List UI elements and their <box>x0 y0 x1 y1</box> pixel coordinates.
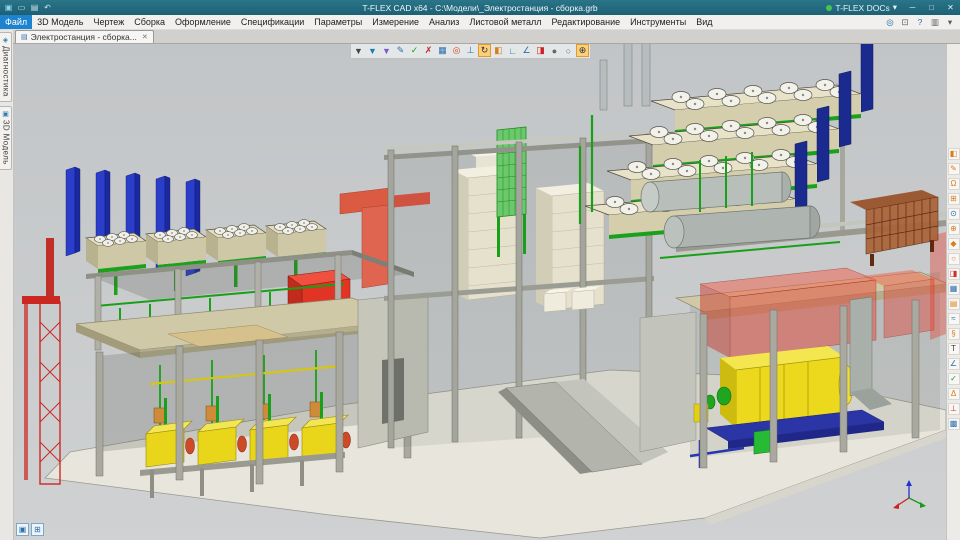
right-tool-panel: ◧ ✎ Ω ⊞ ⊙ ⊕ ◆ ○ ◨ ▦ ▤ ≈ § T ∠ ✓ Δ ⊥ ▩ <box>946 43 960 540</box>
view-triad <box>893 480 926 509</box>
grid-icon[interactable]: ▦ <box>436 44 449 57</box>
app-icon[interactable]: ▣ <box>3 3 14 12</box>
close-button[interactable]: ✕ <box>941 0 960 15</box>
spring-tool-icon[interactable]: § <box>947 328 960 340</box>
right-building <box>639 232 946 469</box>
minimize-button[interactable]: ─ <box>903 0 922 15</box>
profile-tool-icon[interactable]: Ω <box>947 178 960 190</box>
mesh-tool-icon[interactable]: ▩ <box>947 418 960 430</box>
menubar-right-icons: ◎ ⊡? ▥ ▾ <box>884 17 960 28</box>
page-tabs: ▣ ⊞ <box>16 523 44 536</box>
workplane-tool-icon[interactable]: ◧ <box>947 148 960 160</box>
tab-close-icon[interactable]: ✕ <box>142 33 148 41</box>
menu-analysis[interactable]: Анализ <box>424 15 464 29</box>
left-panel: ◈ Диагностика ▣ 3D Модель <box>0 29 14 540</box>
pipe-tool-icon[interactable]: ≈ <box>947 313 960 325</box>
panels-icon[interactable]: ▥ <box>929 17 941 28</box>
menu-bom[interactable]: Спецификации <box>236 15 309 29</box>
array-tool-icon[interactable]: ▦ <box>947 283 960 295</box>
filter-edit-icon[interactable]: ✎ <box>394 44 407 57</box>
hole-tool-icon[interactable]: ○ <box>947 253 960 265</box>
axes-icon[interactable]: ⊥ <box>464 44 477 57</box>
viewport-toolbar: ▼ ▼ ▼ ✎ ✓ ✗ ▦ ◎ ⊥ ↻ ◧ ∟ ∠ ◨ ● ○ ⊕ <box>350 43 591 59</box>
rotate-view-icon[interactable]: ↻ <box>478 44 491 57</box>
open-icon[interactable]: ▭ <box>16 3 27 12</box>
filter-solids-icon[interactable]: ▼ <box>366 44 379 57</box>
docs-label: T-FLEX DOCs <box>835 2 890 13</box>
menubar: Файл 3D Модель Чертеж Сборка Оформление Специ… <box>0 15 960 30</box>
window-title: T-FLEX CAD x64 - C:\Модели\_Электростанц… <box>362 2 598 13</box>
menu-annotation[interactable]: Оформление <box>170 15 236 29</box>
green-cabinet <box>753 429 771 455</box>
selection-filter-icon[interactable]: ▼ <box>352 44 365 57</box>
document-tabbar: ▤ Электростанция - сборка... ✕ <box>13 29 960 44</box>
save-icon[interactable]: ▤ <box>29 3 40 12</box>
menu-drawing[interactable]: Чертеж <box>88 15 129 29</box>
weld-tool-icon[interactable]: Δ <box>947 388 960 400</box>
pin-icon[interactable]: ▾ <box>944 17 956 28</box>
help-icon[interactable]: ? <box>914 17 926 28</box>
sketch-tool-icon[interactable]: ✎ <box>947 163 960 175</box>
menu-3d-model[interactable]: 3D Модель <box>32 15 88 29</box>
tflex-docs-button[interactable]: T-FLEX DOCs ▾ <box>821 0 902 15</box>
docs-status-icon <box>826 4 833 11</box>
menu-assembly[interactable]: Сборка <box>129 15 170 29</box>
titlebar-right: T-FLEX DOCs ▾ ─ □ ✕ <box>821 0 960 15</box>
menu-edit[interactable]: Редактирование <box>547 15 626 29</box>
menu-measure[interactable]: Измерение <box>367 15 424 29</box>
fragment-tool-icon[interactable]: ▤ <box>947 298 960 310</box>
scene-svg <box>22 43 946 539</box>
wireframe-mode-icon[interactable]: ○ <box>562 44 575 57</box>
maximize-button[interactable]: □ <box>922 0 941 15</box>
menu-parameters[interactable]: Параметры <box>309 15 367 29</box>
titlebar: ▣ ▭ ▤ ↶ T-FLEX CAD x64 - C:\Модели\_Электро… <box>0 0 960 15</box>
menu-view[interactable]: Вид <box>691 15 717 29</box>
menu-tools[interactable]: Инструменты <box>625 15 691 29</box>
cancel-icon[interactable]: ✗ <box>422 44 435 57</box>
zoom-all-icon[interactable]: ⊕ <box>576 44 589 57</box>
workplane-icon[interactable]: ◧ <box>492 44 505 57</box>
quick-access-toolbar: ▣ ▭ ▤ ↶ <box>0 3 53 12</box>
filter-faces-icon[interactable]: ▼ <box>380 44 393 57</box>
check-tool-icon[interactable]: ✓ <box>947 373 960 385</box>
red-staircase <box>22 238 61 485</box>
blend-tool-icon[interactable]: ◆ <box>947 238 960 250</box>
document-tab[interactable]: ▤ Электростанция - сборка... ✕ <box>15 30 154 43</box>
extrude-tool-icon[interactable]: ⊞ <box>947 193 960 205</box>
menu-file[interactable]: Файл <box>0 15 33 29</box>
menu-items: Файл 3D Модель Чертеж Сборка Оформление Специ… <box>0 15 718 29</box>
revolve-tool-icon[interactable]: ⊙ <box>947 208 960 220</box>
menu-sheet-metal[interactable]: Листовой металл <box>464 15 546 29</box>
window-controls: ─ □ ✕ <box>903 0 960 15</box>
section-tool-icon[interactable]: ◨ <box>947 268 960 280</box>
snap-icon[interactable]: ◎ <box>450 44 463 57</box>
page-3d-view-icon[interactable]: ▣ <box>16 523 29 536</box>
document-icon: ▤ <box>21 34 28 41</box>
lcs-icon[interactable]: ∟ <box>506 44 519 57</box>
tab-diagnostics[interactable]: ◈ Диагностика <box>0 32 12 102</box>
document-tab-label: Электростанция - сборка... <box>30 32 137 42</box>
center-structure <box>384 126 668 474</box>
dimension-icon[interactable]: ∠ <box>520 44 533 57</box>
boolean-tool-icon[interactable]: ⊕ <box>947 223 960 235</box>
lcs-tool-icon[interactable]: ⊥ <box>947 403 960 415</box>
fullscreen-icon[interactable]: ⊡ <box>899 17 911 28</box>
tflex-cad-window: { "titlebar": { "title": "T-FLEX CAD x64… <box>0 0 960 540</box>
apply-icon[interactable]: ✓ <box>408 44 421 57</box>
add-page-icon[interactable]: ⊞ <box>31 523 44 536</box>
text-tool-icon[interactable]: T <box>947 343 960 355</box>
section-view-icon[interactable]: ◨ <box>534 44 547 57</box>
tab-3d-model[interactable]: ▣ 3D Модель <box>0 105 12 170</box>
viewport-3d[interactable]: ▼ ▼ ▼ ✎ ✓ ✗ ▦ ◎ ⊥ ↻ ◧ ∟ ∠ ◨ ● ○ ⊕ ▣ ⊞ <box>13 43 946 540</box>
chevron-down-icon: ▾ <box>892 2 897 12</box>
command-search-icon[interactable]: ◎ <box>884 17 896 28</box>
undo-icon[interactable]: ↶ <box>42 3 53 12</box>
shaded-mode-icon[interactable]: ● <box>548 44 561 57</box>
measure-tool-icon[interactable]: ∠ <box>947 358 960 370</box>
